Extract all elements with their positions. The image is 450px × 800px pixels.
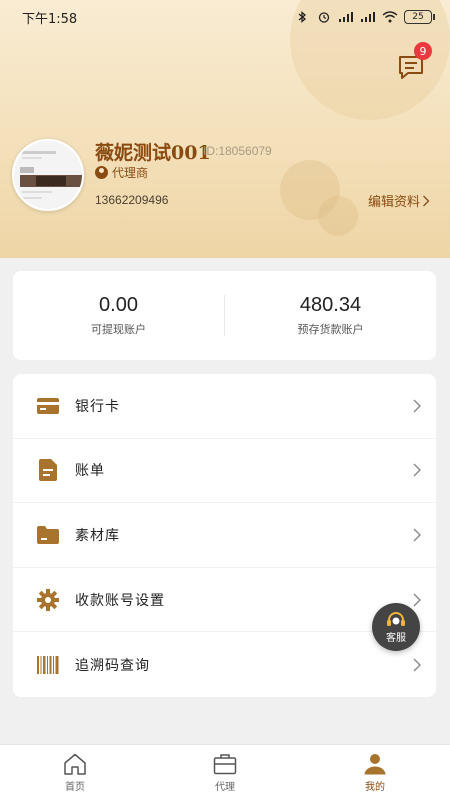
balance-value: 480.34 [299, 294, 362, 316]
edit-profile-label: 编辑资料 [368, 195, 421, 210]
status-icons: 25 [294, 10, 435, 24]
role-tag: 代理商 [95, 164, 148, 181]
chevron-right-icon [413, 463, 421, 477]
avatar[interactable] [12, 139, 84, 211]
prepaid-balance[interactable]: 480.34 预存货款账户 [225, 271, 436, 360]
tab-home[interactable]: 首页 [0, 745, 150, 800]
status-bar: 下午1:58 25 [0, 0, 450, 34]
tab-label: 我的 [365, 781, 385, 793]
tab-mine[interactable]: 我的 [300, 745, 450, 800]
chevron-right-icon [413, 658, 421, 672]
menu-item-material-library[interactable]: 素材库 [13, 503, 436, 568]
signal-icon [339, 12, 353, 22]
balance-card: 0.00 可提现账户 480.34 预存货款账户 [13, 271, 436, 360]
wifi-icon [382, 11, 398, 23]
chevron-right-icon [413, 399, 421, 413]
gear-icon [37, 588, 59, 611]
folder-icon [37, 524, 59, 546]
chevron-right-icon [413, 528, 421, 542]
status-time: 下午1:58 [22, 11, 78, 27]
user-name: 薇妮测试001 [95, 142, 211, 164]
tab-agent[interactable]: 代理 [150, 745, 300, 800]
edit-profile-button[interactable]: 编辑资料 [368, 191, 430, 210]
user-id: ID:18056079 [203, 144, 272, 158]
decorative-circle [318, 196, 358, 236]
customer-service-label: 客服 [386, 632, 406, 644]
menu-item-label: 素材库 [75, 527, 120, 544]
menu-item-label: 收款账号设置 [75, 592, 165, 609]
signal-icon [361, 12, 375, 22]
alarm-icon [318, 12, 330, 23]
bill-icon [37, 459, 59, 482]
bottom-tab-bar: 首页 代理 我的 [0, 744, 450, 800]
menu-item-label: 银行卡 [75, 398, 120, 415]
user-icon [364, 753, 386, 774]
role-label: 代理商 [112, 166, 149, 180]
menu-list: 银行卡 账单 素材库 收款账号设置 追溯码查询 [13, 374, 436, 697]
user-role-icon [95, 166, 108, 179]
chevron-right-icon [423, 195, 430, 206]
headset-icon [387, 611, 405, 626]
menu-item-bank-card[interactable]: 银行卡 [13, 374, 436, 439]
balance-label: 预存货款账户 [297, 323, 364, 336]
balance-label: 可提现账户 [91, 323, 146, 336]
menu-item-bill[interactable]: 账单 [13, 439, 436, 504]
phone-number: 13662209496 [95, 193, 169, 207]
briefcase-icon [213, 753, 237, 774]
bank-card-icon [37, 395, 59, 417]
menu-item-traceability-code-query[interactable]: 追溯码查询 [13, 632, 436, 697]
message-count-badge: 9 [414, 42, 432, 60]
tab-label: 首页 [65, 781, 85, 793]
home-icon [64, 753, 86, 775]
chevron-right-icon [413, 593, 421, 607]
profile-header: 下午1:58 25 9 薇妮测试001 ID:18056079 代理商 1366… [0, 0, 450, 258]
balance-value: 0.00 [99, 294, 138, 316]
bluetooth-icon [298, 11, 307, 23]
avatar-image [14, 141, 82, 209]
barcode-icon [37, 654, 59, 676]
battery-indicator: 25 [404, 10, 435, 24]
tab-label: 代理 [215, 781, 235, 793]
withdrawable-balance[interactable]: 0.00 可提现账户 [13, 271, 224, 360]
customer-service-button[interactable]: 客服 [372, 603, 420, 651]
menu-item-label: 账单 [75, 463, 105, 480]
menu-item-label: 追溯码查询 [75, 657, 150, 674]
